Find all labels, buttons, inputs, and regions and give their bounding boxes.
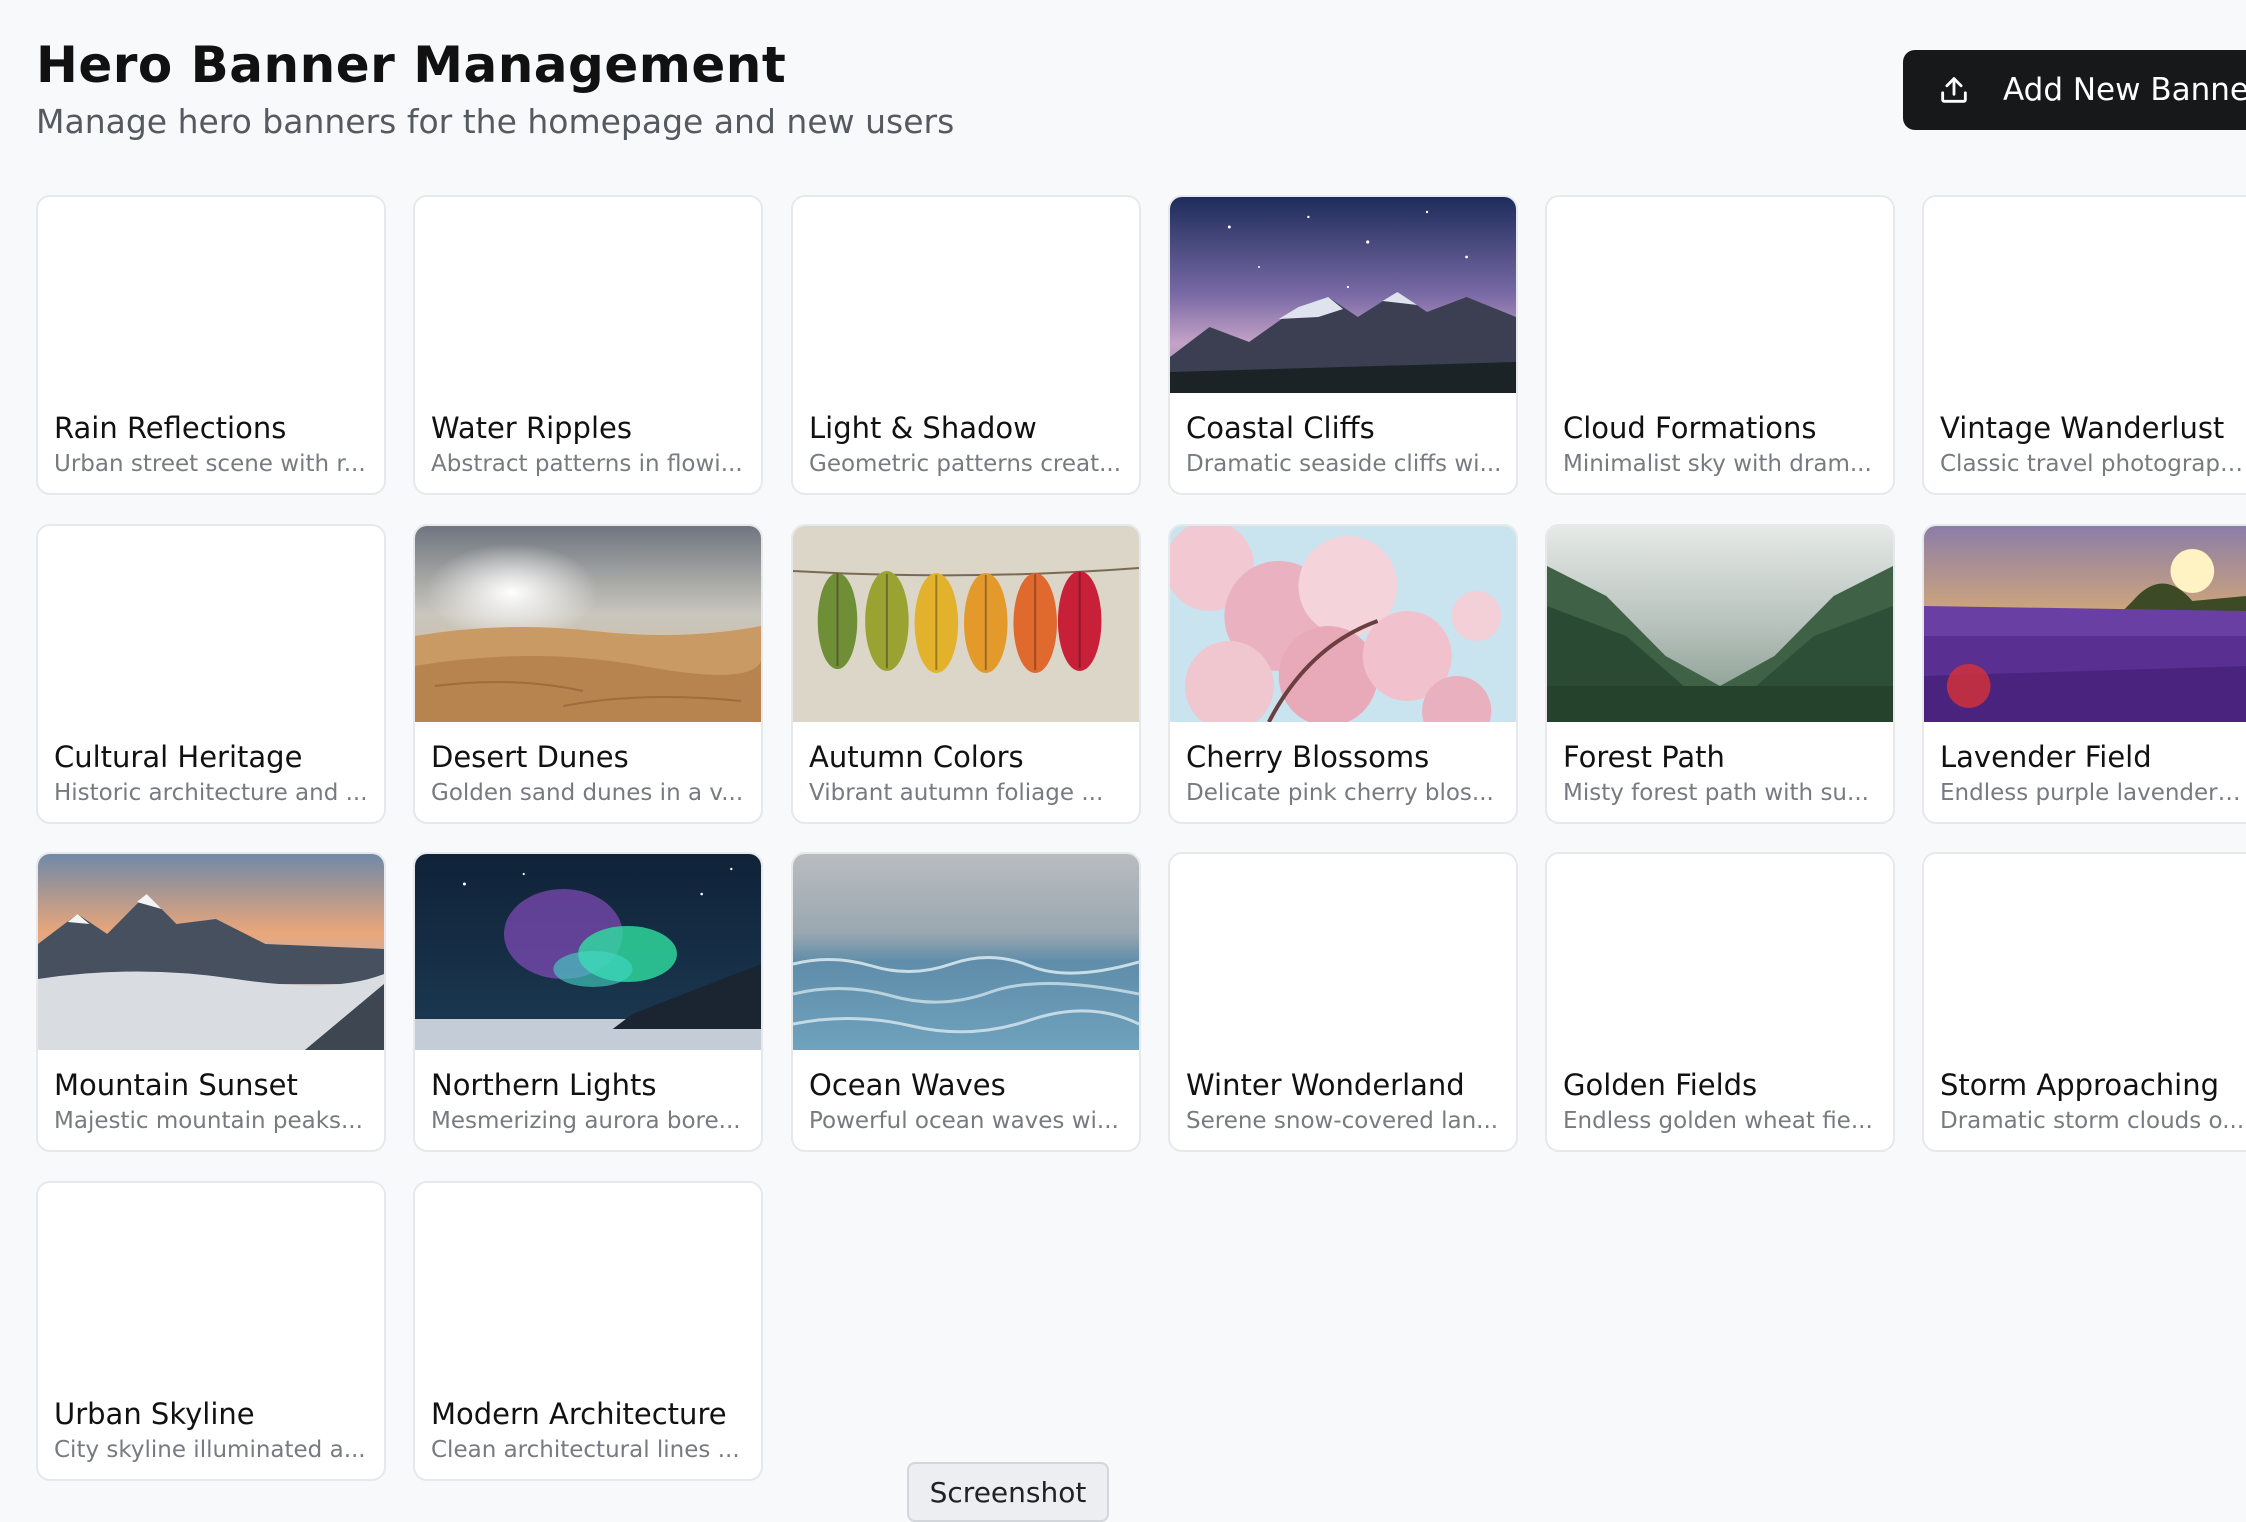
- banner-card[interactable]: Forest Path Misty forest path with su...: [1545, 524, 1895, 824]
- banner-card[interactable]: Desert Dunes Golden sand dunes in a v...: [413, 524, 763, 824]
- banner-description: City skyline illuminated a...: [54, 1437, 366, 1463]
- banner-card[interactable]: Ocean Waves Powerful ocean waves wi...: [791, 852, 1141, 1152]
- banner-card[interactable]: Light & Shadow Geometric patterns creat.…: [791, 195, 1141, 495]
- banner-image-placeholder: [1924, 197, 2246, 393]
- banner-card[interactable]: Golden Fields Endless golden wheat fie..…: [1545, 852, 1895, 1152]
- banner-image-ocean-water: [793, 854, 1139, 1050]
- banner-title: Golden Fields: [1563, 1068, 1758, 1102]
- banner-title: Cultural Heritage: [54, 740, 303, 774]
- banner-description: Delicate pink cherry blos...: [1186, 780, 1494, 806]
- banner-description: Vibrant autumn foliage ...: [809, 780, 1104, 806]
- banner-image-placeholder: [1924, 854, 2246, 1050]
- add-new-banner-button[interactable]: Add New Banner: [1903, 50, 2246, 130]
- banner-description: Minimalist sky with dram...: [1563, 451, 1872, 477]
- banner-card[interactable]: Rain Reflections Urban street scene with…: [36, 195, 386, 495]
- banner-title: Coastal Cliffs: [1186, 411, 1375, 445]
- banner-card[interactable]: Modern Architecture Clean architectural …: [413, 1181, 763, 1481]
- upload-icon: [1941, 77, 1967, 103]
- add-new-banner-label: Add New Banner: [2003, 72, 2246, 108]
- banner-card[interactable]: Water Ripples Abstract patterns in flowi…: [413, 195, 763, 495]
- screenshot-tooltip: Screenshot: [907, 1462, 1109, 1522]
- banner-description: Historic architecture and ...: [54, 780, 368, 806]
- banner-card[interactable]: Coastal Cliffs Dramatic seaside cliffs w…: [1168, 195, 1518, 495]
- banner-title: Ocean Waves: [809, 1068, 1006, 1102]
- banner-image-placeholder: [38, 1183, 384, 1379]
- banner-title: Forest Path: [1563, 740, 1725, 774]
- banner-description: Mesmerizing aurora bore...: [431, 1108, 741, 1134]
- banner-image-autumn-leaves: [793, 526, 1139, 722]
- banner-image-starry-mountains: [1170, 197, 1516, 393]
- page-subtitle: Manage hero banners for the homepage and…: [36, 102, 955, 141]
- banner-image-placeholder: [415, 1183, 761, 1379]
- banner-title: Storm Approaching: [1940, 1068, 2220, 1102]
- banner-description: Endless golden wheat fie...: [1563, 1108, 1873, 1134]
- banner-description: Majestic mountain peaks...: [54, 1108, 363, 1134]
- banner-card[interactable]: Storm Approaching Dramatic storm clouds …: [1922, 852, 2246, 1152]
- banner-card[interactable]: Cultural Heritage Historic architecture …: [36, 524, 386, 824]
- banner-image-placeholder: [38, 197, 384, 393]
- banner-description: Dramatic seaside cliffs wi...: [1186, 451, 1502, 477]
- banner-description: Classic travel photograph...: [1940, 451, 2246, 477]
- banner-description: Powerful ocean waves wi...: [809, 1108, 1119, 1134]
- banner-card[interactable]: Vintage Wanderlust Classic travel photog…: [1922, 195, 2246, 495]
- banner-title: Autumn Colors: [809, 740, 1024, 774]
- banner-card[interactable]: Mountain Sunset Majestic mountain peaks.…: [36, 852, 386, 1152]
- banner-image-aurora: [415, 854, 761, 1050]
- banner-image-lavender-field: [1924, 526, 2246, 722]
- banner-card[interactable]: Cherry Blossoms Delicate pink cherry blo…: [1168, 524, 1518, 824]
- banner-card[interactable]: Winter Wonderland Serene snow-covered la…: [1168, 852, 1518, 1152]
- banner-title: Mountain Sunset: [54, 1068, 298, 1102]
- banner-title: Lavender Field: [1940, 740, 2152, 774]
- banner-title: Water Ripples: [431, 411, 632, 445]
- banner-title: Northern Lights: [431, 1068, 657, 1102]
- banner-title: Vintage Wanderlust: [1940, 411, 2225, 445]
- banner-image-desert-dunes: [415, 526, 761, 722]
- banner-description: Geometric patterns creat...: [809, 451, 1122, 477]
- banner-card[interactable]: Urban Skyline City skyline illuminated a…: [36, 1181, 386, 1481]
- banner-card[interactable]: Lavender Field Endless purple lavender .…: [1922, 524, 2246, 824]
- banner-card[interactable]: Cloud Formations Minimalist sky with dra…: [1545, 195, 1895, 495]
- banner-image-placeholder: [793, 197, 1139, 393]
- banner-title: Desert Dunes: [431, 740, 629, 774]
- banner-title: Cloud Formations: [1563, 411, 1817, 445]
- banner-image-cherry-blossoms: [1170, 526, 1516, 722]
- banner-card[interactable]: Northern Lights Mesmerizing aurora bore.…: [413, 852, 763, 1152]
- banner-image-placeholder: [1547, 197, 1893, 393]
- banner-description: Endless purple lavender ...: [1940, 780, 2246, 806]
- banner-image-placeholder: [38, 526, 384, 722]
- banner-title: Light & Shadow: [809, 411, 1037, 445]
- banner-image-mountain-sunset: [38, 854, 384, 1050]
- banner-card[interactable]: Autumn Colors Vibrant autumn foliage ...: [791, 524, 1141, 824]
- banner-description: Misty forest path with su...: [1563, 780, 1869, 806]
- banner-title: Rain Reflections: [54, 411, 287, 445]
- banner-title: Urban Skyline: [54, 1397, 255, 1431]
- banner-image-placeholder: [1547, 854, 1893, 1050]
- banner-description: Serene snow-covered lan...: [1186, 1108, 1499, 1134]
- banner-description: Golden sand dunes in a v...: [431, 780, 744, 806]
- banner-description: Dramatic storm clouds o...: [1940, 1108, 2245, 1134]
- banner-image-placeholder: [1170, 854, 1516, 1050]
- banner-image-placeholder: [415, 197, 761, 393]
- banner-description: Abstract patterns in flowi...: [431, 451, 743, 477]
- page-title: Hero Banner Management: [36, 36, 787, 94]
- banner-title: Winter Wonderland: [1186, 1068, 1465, 1102]
- banner-image-misty-forest: [1547, 526, 1893, 722]
- banner-title: Modern Architecture: [431, 1397, 727, 1431]
- banner-description: Clean architectural lines ...: [431, 1437, 740, 1463]
- banner-description: Urban street scene with r...: [54, 451, 366, 477]
- banner-title: Cherry Blossoms: [1186, 740, 1430, 774]
